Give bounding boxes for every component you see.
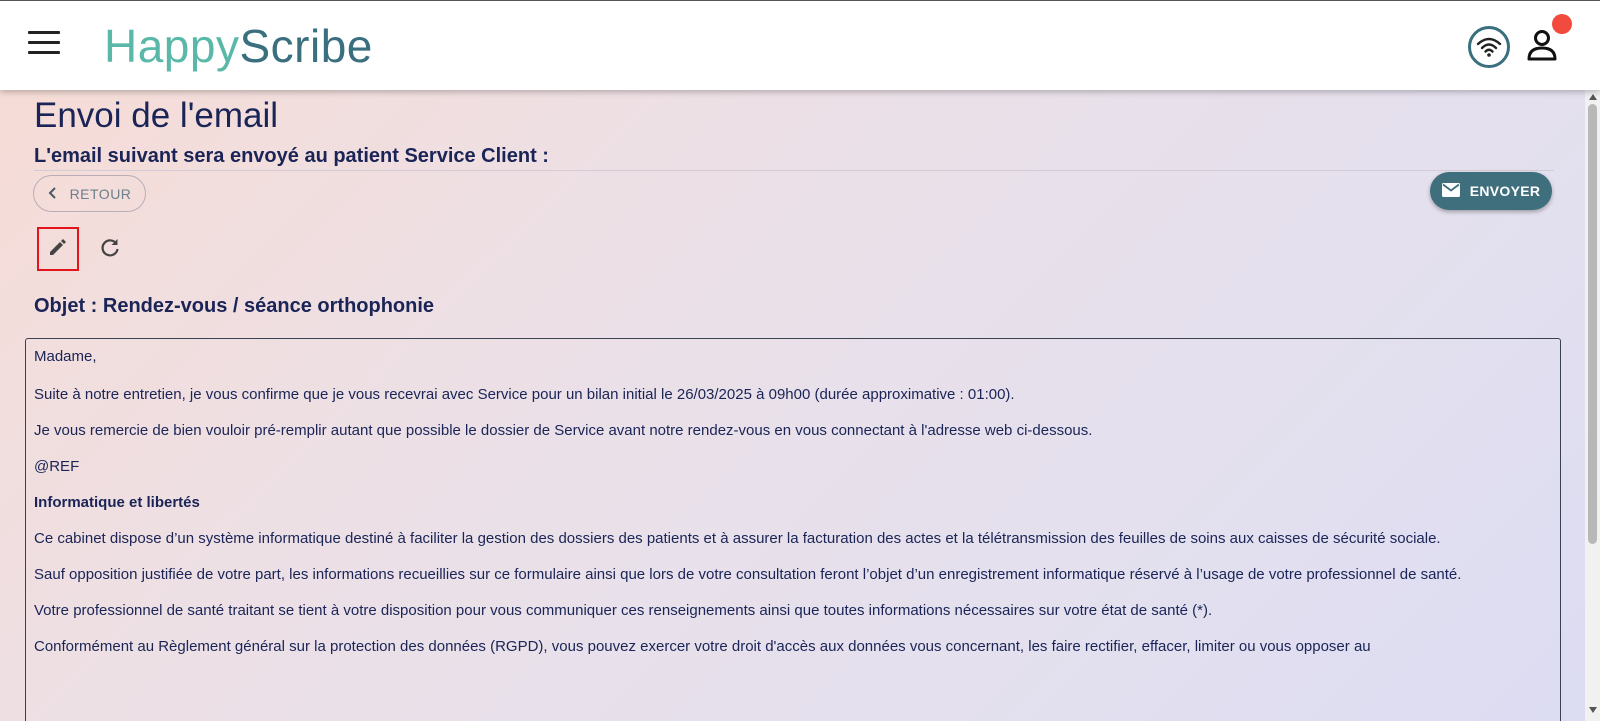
- email-body-editor[interactable]: Madame, Suite à notre entretien, je vous…: [25, 338, 1561, 721]
- email-paragraph: Conformément au Règlement général sur la…: [34, 638, 1371, 655]
- email-paragraph: Je vous remercie de bien vouloir pré-rem…: [34, 422, 1093, 439]
- user-icon[interactable]: [1524, 27, 1560, 63]
- menu-icon[interactable]: [28, 31, 62, 59]
- scroll-thumb[interactable]: [1588, 104, 1597, 544]
- pencil-icon: [48, 237, 68, 262]
- notification-badge: [1552, 14, 1572, 34]
- top-app-bar: HappyScribe: [0, 0, 1600, 90]
- page-title: Envoi de l'email: [34, 96, 279, 135]
- edit-button[interactable]: [37, 227, 79, 271]
- email-heading: Informatique et libertés: [34, 494, 200, 511]
- email-greeting: Madame,: [34, 348, 97, 365]
- refresh-icon: [99, 236, 121, 263]
- back-button[interactable]: RETOUR: [33, 175, 146, 212]
- app-logo[interactable]: HappyScribe: [104, 19, 373, 73]
- back-button-label: RETOUR: [69, 185, 132, 202]
- chevron-left-icon: [48, 186, 58, 202]
- email-paragraph: Ce cabinet dispose d’un système informat…: [34, 530, 1441, 547]
- email-paragraph: Votre professionnel de santé traitant se…: [34, 602, 1213, 619]
- email-paragraph: Sauf opposition justifiée de votre part,…: [34, 566, 1462, 583]
- page-subtitle: L'email suivant sera envoyé au patient S…: [34, 145, 549, 167]
- logo-happy: Happy: [104, 20, 240, 72]
- refresh-button[interactable]: [94, 233, 126, 265]
- scroll-down-arrow-icon[interactable]: [1589, 707, 1597, 713]
- wifi-icon[interactable]: [1468, 26, 1510, 68]
- logo-scribe: Scribe: [239, 20, 373, 72]
- email-paragraph: @REF: [34, 458, 80, 475]
- mail-icon: [1441, 182, 1460, 200]
- send-button[interactable]: ENVOYER: [1430, 172, 1552, 210]
- vertical-scrollbar[interactable]: [1585, 90, 1600, 721]
- email-subject: Objet : Rendez-vous / séance orthophonie: [34, 295, 435, 317]
- send-button-label: ENVOYER: [1469, 183, 1541, 199]
- main-content: Envoi de l'email L'email suivant sera en…: [0, 90, 1585, 721]
- divider: [34, 170, 1554, 171]
- email-paragraph: Suite à notre entretien, je vous confirm…: [34, 386, 1015, 403]
- scroll-up-arrow-icon[interactable]: [1589, 94, 1597, 100]
